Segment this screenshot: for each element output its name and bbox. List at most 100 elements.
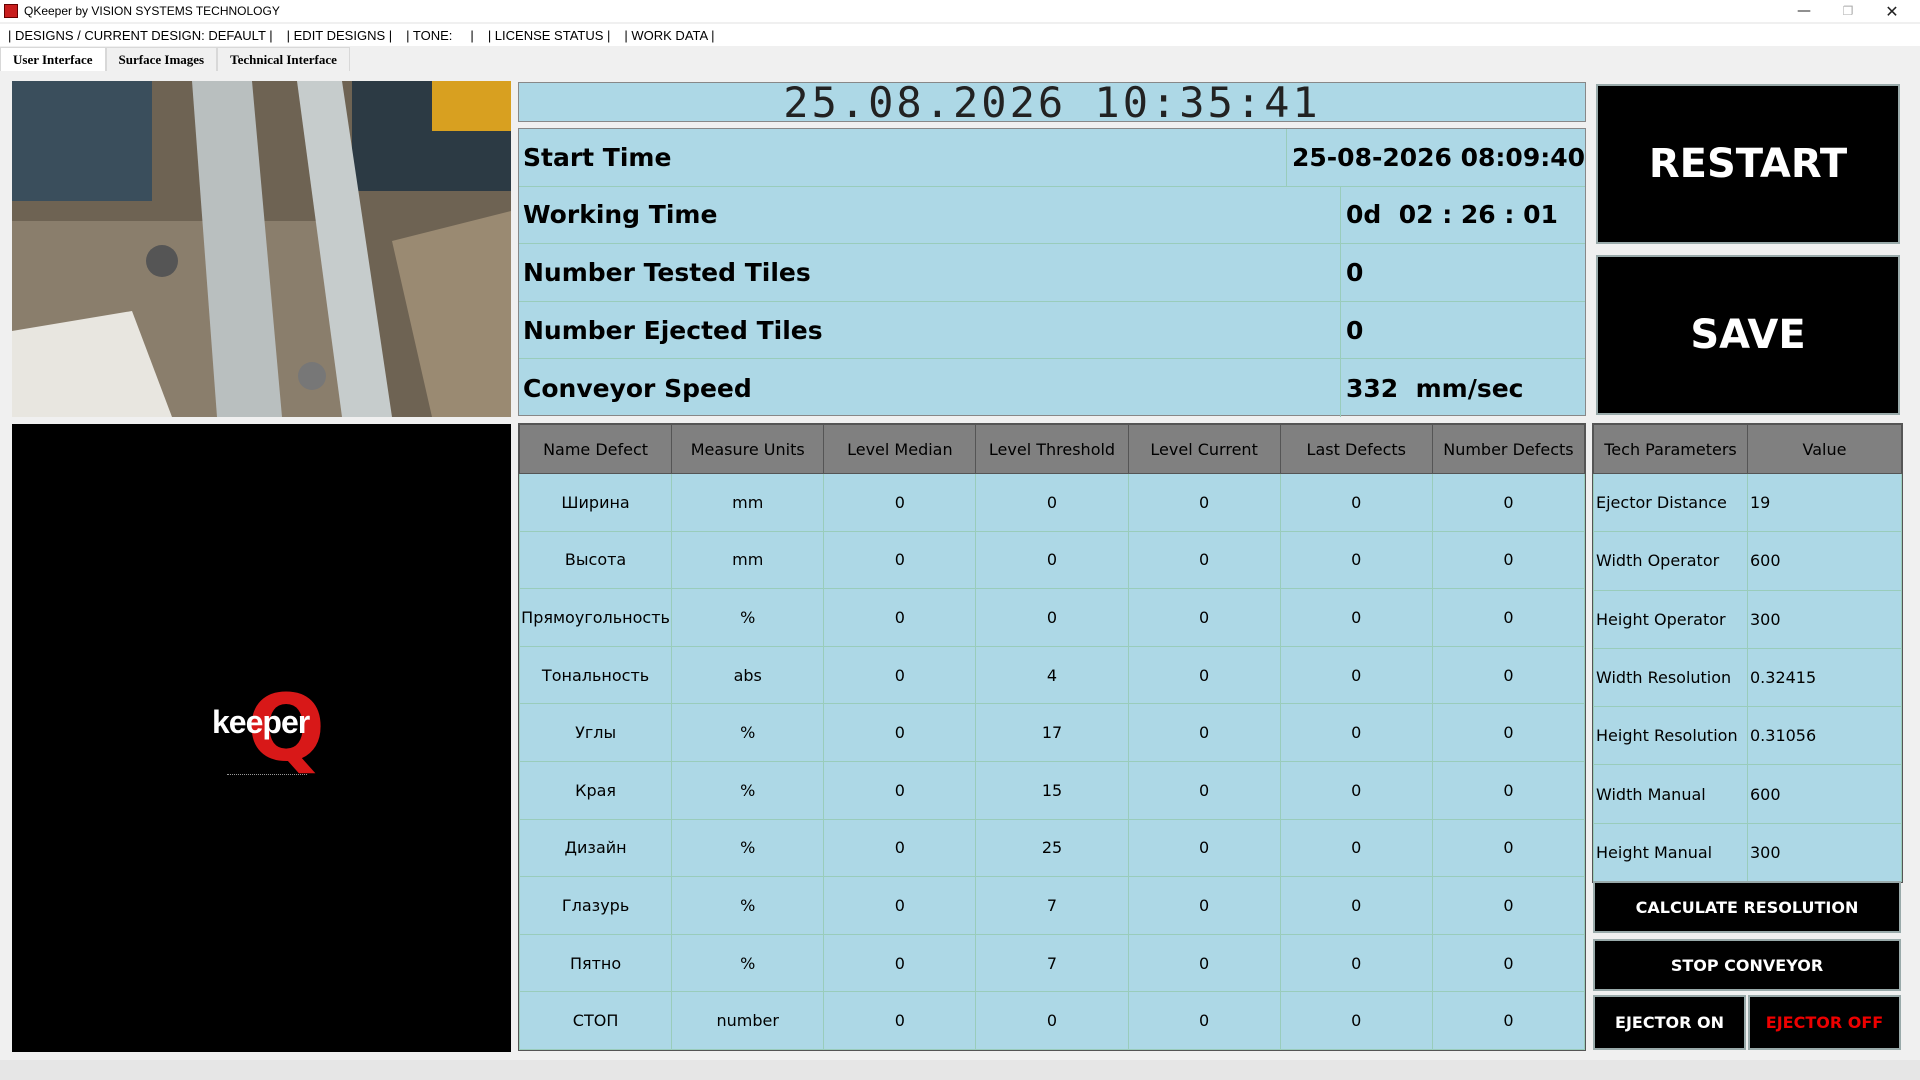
tech-param-value[interactable]: 600 xyxy=(1747,764,1902,824)
tech-header-row: Tech Parameters Value xyxy=(1593,424,1902,474)
defect-cell: mm xyxy=(671,473,825,532)
defect-cell: mm xyxy=(671,530,825,590)
stop-conveyor-button[interactable]: STOP CONVEYOR xyxy=(1593,939,1901,991)
defect-cell: 0 xyxy=(1127,645,1281,705)
minimize-button[interactable]: — xyxy=(1782,0,1826,22)
tab-technical-interface[interactable]: Technical Interface xyxy=(217,47,350,71)
tab-bar: User Interface Surface Images Technical … xyxy=(0,47,1920,71)
tech-param-name: Height Operator xyxy=(1593,589,1748,649)
defect-cell: 25 xyxy=(975,818,1129,878)
column-header[interactable]: Last Defects xyxy=(1279,424,1433,474)
defect-cell: 0 xyxy=(1279,933,1433,993)
defect-row: Углы% 0 17 0 0 0 xyxy=(518,703,1586,762)
status-row: Number Tested Tiles 0 xyxy=(519,244,1585,302)
tab-surface-images[interactable]: Surface Images xyxy=(105,47,218,71)
defects-header-row: Name Defect Measure Units Level Median L… xyxy=(518,424,1586,474)
ejector-on-button[interactable]: EJECTOR ON xyxy=(1593,995,1746,1050)
defect-cell: 0 xyxy=(1127,760,1281,820)
logo-panel: Q keeper xyxy=(12,424,511,1052)
tech-param-value[interactable]: 300 xyxy=(1747,822,1902,883)
column-header[interactable]: Tech Parameters xyxy=(1593,424,1748,474)
tech-row: Height Operator 300 xyxy=(1593,589,1902,649)
column-header[interactable]: Level Current xyxy=(1127,424,1281,474)
logo-tagline xyxy=(227,774,307,777)
tech-row: Width Operator 600 xyxy=(1593,531,1902,591)
defect-cell: 0 xyxy=(1279,991,1433,1050)
defect-cell: 0 xyxy=(975,530,1129,590)
defect-cell: 0 xyxy=(1279,645,1433,705)
tech-param-value[interactable]: 0.32415 xyxy=(1747,647,1902,708)
defects-table: Name Defect Measure Units Level Median L… xyxy=(518,423,1586,1051)
defect-cell: 0 xyxy=(1431,933,1586,993)
defect-cell: 0 xyxy=(1279,703,1433,762)
defect-cell: number xyxy=(671,991,825,1050)
tech-param-name: Ejector Distance xyxy=(1593,472,1748,533)
defect-cell: 0 xyxy=(823,818,977,878)
defect-cell: 0 xyxy=(1431,530,1586,590)
tech-param-name: Height Resolution xyxy=(1593,706,1748,766)
defect-row: Тональность abs 0 4 0 0 0 xyxy=(518,645,1586,705)
ejector-off-button[interactable]: EJECTOR OFF xyxy=(1748,995,1901,1050)
defect-cell: 0 xyxy=(1127,818,1281,878)
logo-keeper-text: keeper xyxy=(212,704,310,740)
defect-cell: 0 xyxy=(823,530,977,590)
column-header[interactable]: Name Defect xyxy=(518,424,673,474)
defect-cell: 0 xyxy=(823,991,977,1050)
menu-work-data[interactable]: | WORK DATA | xyxy=(624,28,720,43)
defect-row: Края% 0 15 0 0 0 xyxy=(518,760,1586,820)
defect-cell: Тональность xyxy=(518,645,673,705)
defect-cell: 7 xyxy=(975,876,1129,935)
defect-cell: 4 xyxy=(975,645,1129,705)
defect-cell: 0 xyxy=(1279,876,1433,935)
defect-cell: Глазурь xyxy=(518,876,673,935)
status-value: 25-08-2026 08:09:40 xyxy=(1292,142,1585,172)
tech-param-value[interactable]: 0.31056 xyxy=(1747,706,1902,766)
status-panel: Start Time 25-08-2026 08:09:40 Working T… xyxy=(518,128,1586,417)
tech-param-value[interactable]: 600 xyxy=(1747,531,1902,591)
defect-cell: 0 xyxy=(1279,588,1433,647)
status-label: Conveyor Speed xyxy=(519,359,1341,417)
defect-cell: 0 xyxy=(1431,703,1586,762)
defect-row: Глазурь% 0 7 0 0 0 xyxy=(518,876,1586,935)
defect-cell: 0 xyxy=(1279,818,1433,878)
column-header[interactable]: Number Defects xyxy=(1431,424,1586,474)
defect-row: Прямоугольность% 0 0 0 0 0 xyxy=(518,588,1586,647)
status-row: Number Ejected Tiles 0 xyxy=(519,301,1585,360)
close-button[interactable]: ✕ xyxy=(1870,0,1914,22)
status-row: Conveyor Speed 332 mm/sec xyxy=(519,359,1585,417)
column-header[interactable]: Value xyxy=(1747,424,1902,474)
maximize-button[interactable]: ❐ xyxy=(1826,0,1870,22)
save-button[interactable]: SAVE xyxy=(1596,255,1900,415)
status-value: 0d 02 : 26 : 01 xyxy=(1346,200,1558,230)
tech-param-value[interactable]: 19 xyxy=(1747,472,1902,533)
restart-button[interactable]: RESTART xyxy=(1596,84,1900,244)
defect-cell: 0 xyxy=(1431,818,1586,878)
defect-cell: 0 xyxy=(1431,473,1586,532)
status-label: Working Time xyxy=(519,186,1341,244)
defect-cell: 0 xyxy=(823,588,977,647)
status-value: 0 xyxy=(1346,257,1364,287)
menu-license-status[interactable]: | LICENSE STATUS | xyxy=(488,28,617,43)
menu-edit-designs[interactable]: | EDIT DESIGNS | xyxy=(287,28,398,43)
status-row: Working Time 0d 02 : 26 : 01 xyxy=(519,186,1585,245)
defect-cell: % xyxy=(671,588,825,647)
defect-cell: 0 xyxy=(1431,588,1586,647)
camera-view xyxy=(12,81,511,417)
defect-row: Пятно% 0 7 0 0 0 xyxy=(518,933,1586,993)
menu-tone[interactable]: | TONE: | xyxy=(406,28,480,43)
menu-designs[interactable]: | DESIGNS / CURRENT DESIGN: DEFAULT | xyxy=(8,28,279,43)
column-header[interactable]: Level Median xyxy=(823,424,977,474)
tech-row: Width Manual 600 xyxy=(1593,764,1902,824)
tech-param-value[interactable]: 300 xyxy=(1747,589,1902,649)
column-header[interactable]: Level Threshold xyxy=(975,424,1129,474)
status-label: Number Tested Tiles xyxy=(519,244,1341,301)
tech-row: Ejector Distance 19 xyxy=(1593,472,1902,533)
calculate-resolution-button[interactable]: CALCULATE RESOLUTION xyxy=(1593,881,1901,933)
tab-user-interface[interactable]: User Interface xyxy=(0,47,106,71)
defect-cell: 0 xyxy=(1127,991,1281,1050)
defect-cell: 0 xyxy=(975,991,1129,1050)
column-header[interactable]: Measure Units xyxy=(671,424,825,474)
title-bar: QKeeper by VISION SYSTEMS TECHNOLOGY — ❐… xyxy=(0,0,1920,22)
defect-cell: 0 xyxy=(1127,473,1281,532)
status-value: 332 mm/sec xyxy=(1346,373,1524,403)
